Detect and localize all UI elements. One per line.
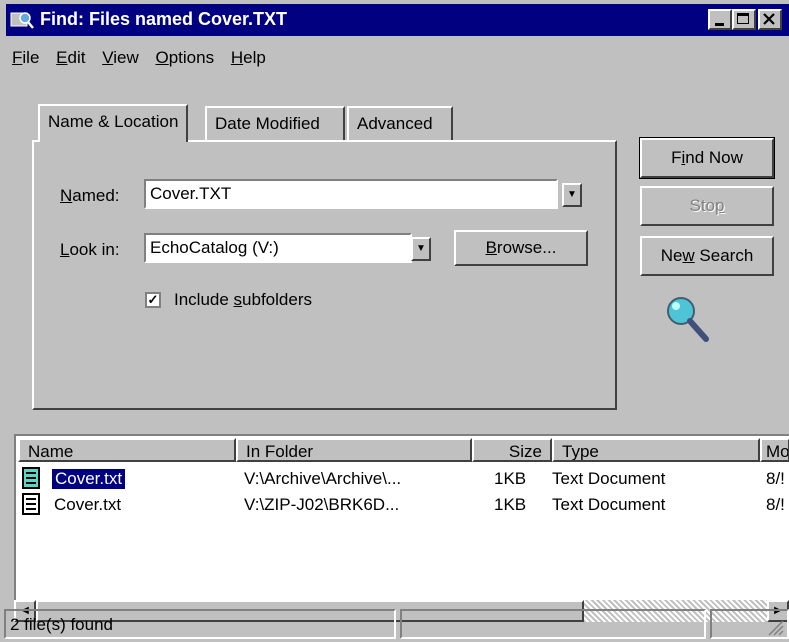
menu-edit[interactable]: Edit: [56, 48, 85, 68]
menu-bar: File Edit View Options Help: [12, 48, 278, 76]
status-pane-2: [400, 609, 706, 639]
results-list[interactable]: Name In Folder Size Type Mo Cover.txt V:…: [14, 434, 789, 600]
column-header-in-folder[interactable]: In Folder: [236, 438, 472, 462]
cell-modified: 8/!: [766, 469, 785, 488]
cell-folder: V:\Archive\Archive\...: [244, 469, 402, 488]
table-row[interactable]: Cover.txt V:\ZIP-J02\BRK6D... 1KB Text D…: [20, 492, 789, 518]
window-title: Find: Files named Cover.TXT: [40, 9, 288, 29]
menu-view[interactable]: View: [102, 48, 139, 68]
maximize-button[interactable]: [732, 9, 756, 30]
table-row[interactable]: Cover.txt V:\Archive\Archive\... 1KB Tex…: [20, 466, 789, 492]
find-window-icon: [10, 12, 34, 29]
include-subfolders-checkbox[interactable]: ✓: [145, 292, 161, 308]
cell-type: Text Document: [552, 469, 666, 488]
cell-folder: V:\ZIP-J02\BRK6D...: [244, 495, 400, 514]
named-label: Named:: [60, 186, 120, 205]
text-file-icon: [22, 493, 40, 515]
title-bar[interactable]: Find: Files named Cover.TXT: [6, 4, 789, 36]
chevron-down-icon: ▼: [567, 189, 577, 200]
cell-name: Cover.txt: [50, 468, 127, 490]
new-search-button[interactable]: New Search: [640, 236, 774, 276]
tab-name-location[interactable]: Name & Location: [38, 104, 189, 142]
column-header-size[interactable]: Size: [472, 438, 552, 462]
find-now-button[interactable]: Find Now: [639, 137, 775, 179]
cell-size: 1KB: [494, 469, 527, 488]
include-subfolders-label: Include subfolders: [174, 290, 312, 309]
column-header-type[interactable]: Type: [552, 438, 760, 462]
status-text: 2 file(s) found: [10, 615, 113, 634]
cell-name: Cover.txt: [54, 495, 122, 514]
menu-help[interactable]: Help: [231, 48, 266, 68]
named-input[interactable]: Cover.TXT: [144, 179, 558, 209]
close-icon: [763, 13, 775, 25]
tab-advanced[interactable]: Advanced: [347, 106, 453, 140]
menu-file[interactable]: File: [12, 48, 39, 68]
lookin-label: Look in:: [60, 240, 120, 259]
lookin-select[interactable]: EchoCatalog (V:): [144, 233, 412, 263]
chevron-down-icon: ▼: [416, 243, 426, 254]
status-text-pane: 2 file(s) found: [4, 609, 396, 639]
column-header-modified[interactable]: Mo: [760, 438, 789, 462]
tab-panel: Named: Cover.TXT ▼ Look in: EchoCatalog …: [32, 140, 617, 410]
text-file-icon: [22, 467, 40, 489]
checkmark-icon: ✓: [147, 292, 159, 307]
tab-label: Date Modified: [215, 114, 320, 133]
column-header-name[interactable]: Name: [18, 438, 236, 462]
browse-button[interactable]: Browse...: [454, 230, 588, 266]
tab-label: Advanced: [357, 114, 433, 133]
lookin-dropdown-button[interactable]: ▼: [411, 237, 431, 261]
minimize-button[interactable]: [708, 9, 732, 30]
tab-label: Name & Location: [48, 112, 179, 131]
tab-date-modified[interactable]: Date Modified: [205, 106, 345, 140]
status-pane-3: [710, 609, 789, 639]
cell-modified: 8/!: [766, 495, 785, 514]
cell-type: Text Document: [552, 495, 666, 514]
stop-button[interactable]: Stop: [640, 186, 774, 226]
cell-size: 1KB: [494, 495, 527, 514]
named-dropdown-button[interactable]: ▼: [562, 183, 582, 207]
find-window: Find: Files named Cover.TXT File Edit Vi…: [0, 0, 789, 642]
menu-options[interactable]: Options: [155, 48, 214, 68]
resize-grip-icon[interactable]: [765, 617, 785, 637]
close-button[interactable]: [758, 9, 782, 30]
magnifier-icon: [667, 297, 709, 342]
